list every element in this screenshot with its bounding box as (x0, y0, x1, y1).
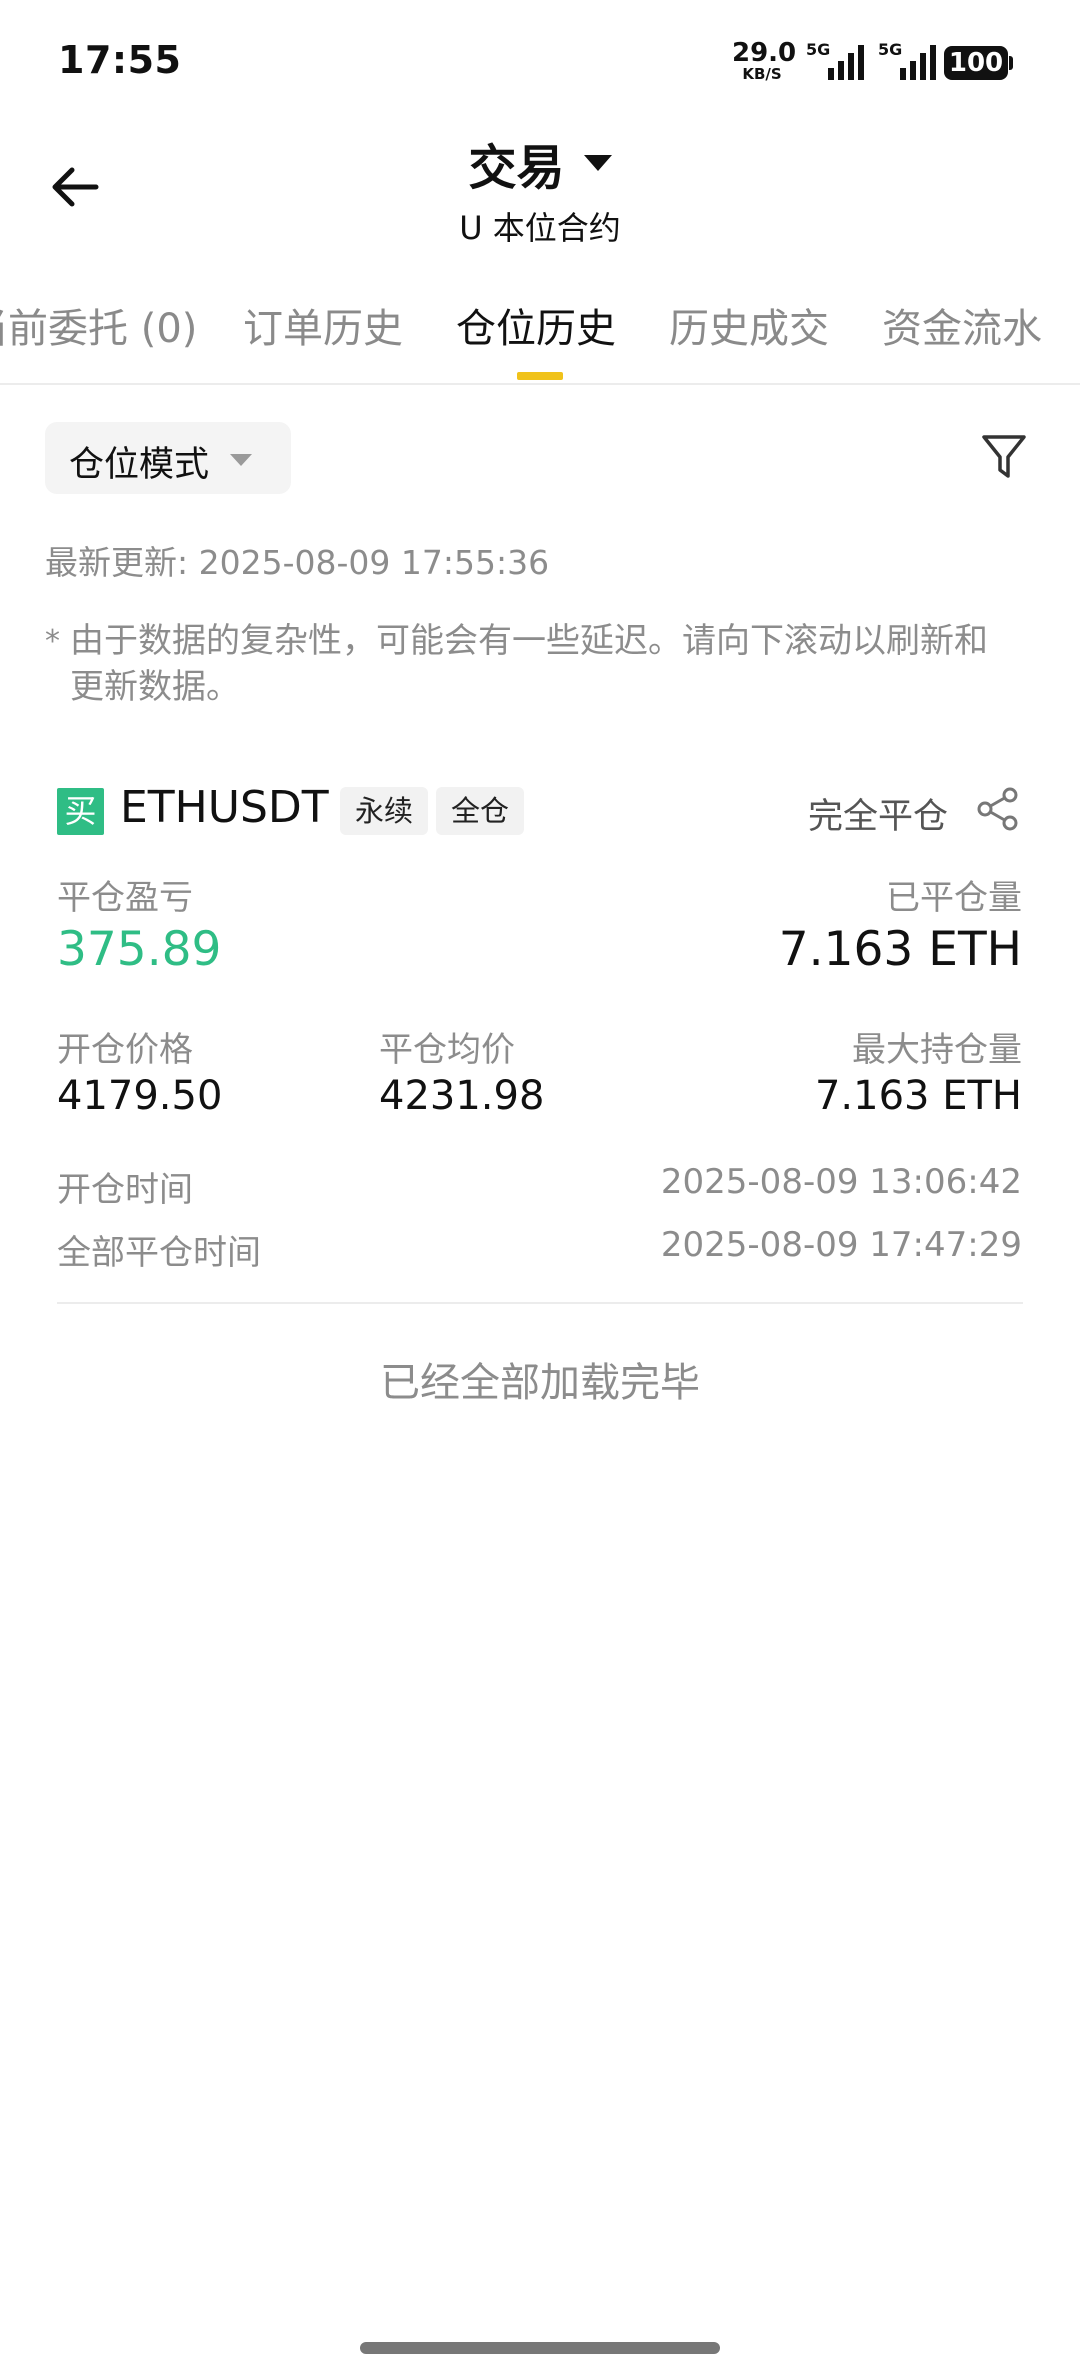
buy-badge: 买 (57, 788, 104, 835)
network-speed-value: 29.0 (732, 38, 797, 68)
max-position-label: 最大持仓量 (852, 1030, 1022, 1070)
tab-funding-flow[interactable]: 资金流水 (882, 296, 1042, 354)
position-mode-dropdown[interactable]: 仓位模式 (45, 422, 291, 494)
delay-note: 由于数据的复杂性，可能会有一些延迟。请向下滚动以刷新和更新数据。 (70, 621, 988, 707)
caret-down-icon (230, 454, 252, 466)
sim1-signal-icon: 5G (806, 40, 866, 82)
close-time-label: 全部平仓时间 (57, 1233, 261, 1273)
open-price-value: 4179.50 (57, 1073, 223, 1119)
sim1-label: 5G (806, 40, 831, 59)
avg-close-price-value: 4231.98 (379, 1073, 545, 1119)
close-type: 完全平仓 (808, 797, 949, 837)
closed-qty-value: 7.163 ETH (778, 922, 1022, 977)
open-time-value: 2025-08-09 13:06:42 (660, 1162, 1022, 1202)
cross-margin-tag: 全仓 (436, 787, 524, 835)
open-price-label: 开仓价格 (57, 1030, 193, 1070)
page-subtitle: U 本位合约 (459, 209, 621, 247)
caret-down-icon (583, 155, 612, 171)
open-time-label: 开仓时间 (57, 1170, 193, 1210)
max-position-value: 7.163 ETH (814, 1073, 1022, 1119)
home-indicator[interactable] (360, 2342, 720, 2354)
closed-qty-label: 已平仓量 (886, 878, 1022, 918)
network-speed-unit: KB/S (742, 65, 782, 83)
share-icon[interactable] (975, 786, 1021, 832)
sim2-signal-icon: 5G (878, 40, 938, 82)
filter-icon[interactable] (980, 432, 1028, 482)
all-loaded-message: 已经全部加载完毕 (380, 1360, 700, 1406)
tab-divider (0, 383, 1080, 385)
network-speed: 29.0 KB/S (732, 38, 797, 83)
status-time: 17:55 (58, 38, 182, 82)
tab-trade-history[interactable]: 历史成交 (669, 296, 829, 354)
avg-close-price-label: 平仓均价 (379, 1030, 515, 1070)
battery-tip (1009, 56, 1013, 70)
last-updated: 最新更新: 2025-08-09 17:55:36 (45, 543, 550, 582)
pnl-value: 375.89 (57, 922, 222, 977)
tab-order-history[interactable]: 订单历史 (243, 296, 403, 354)
close-time-value: 2025-08-09 17:47:29 (660, 1225, 1022, 1265)
sim2-label: 5G (878, 40, 903, 59)
position-symbol: ETHUSDT (120, 782, 329, 833)
perpetual-tag: 永续 (340, 787, 428, 835)
tab-open-orders[interactable]: 当前委托 (0) (0, 296, 197, 354)
page-title: 交易 (468, 140, 565, 196)
battery-icon: 100 (944, 46, 1008, 80)
active-tab-indicator (517, 372, 563, 380)
title-selector[interactable]: 交易 (0, 128, 1080, 198)
card-divider (57, 1302, 1023, 1304)
note-asterisk: * (45, 624, 60, 659)
pnl-label: 平仓盈亏 (57, 878, 193, 918)
position-mode-label: 仓位模式 (69, 445, 210, 485)
tab-position-history[interactable]: 仓位历史 (456, 296, 616, 354)
